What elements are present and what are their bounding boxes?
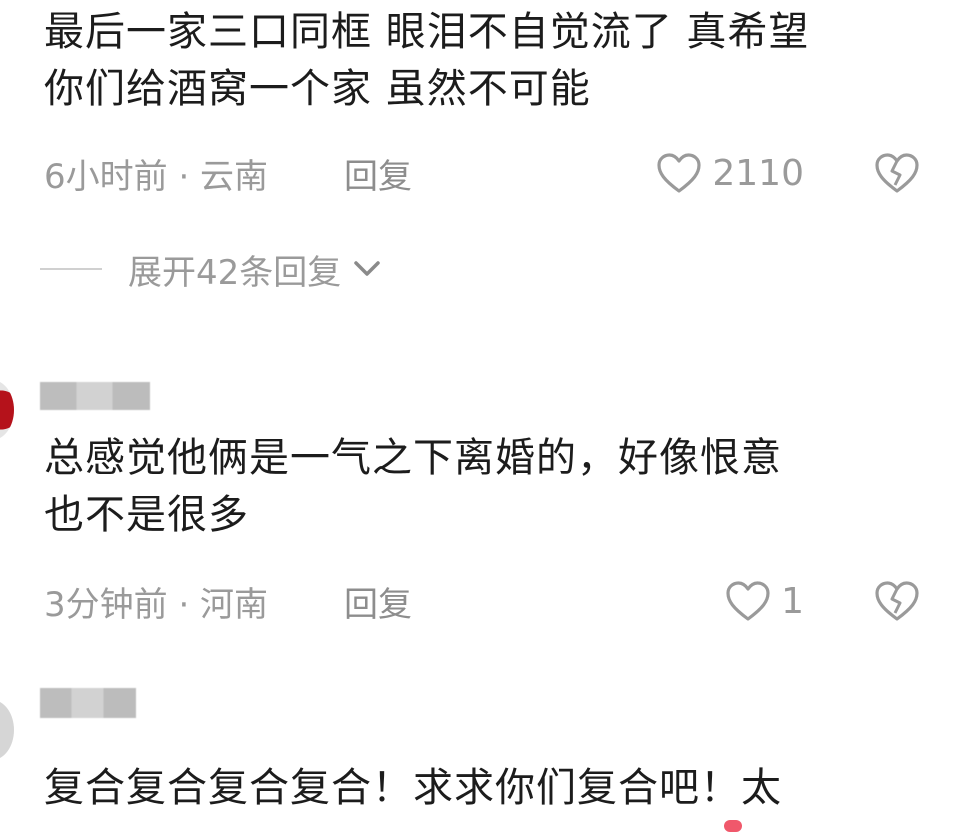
dislike-button[interactable]	[874, 580, 920, 622]
username-redacted[interactable]	[40, 688, 136, 718]
reply-button[interactable]: 回复	[344, 149, 412, 198]
comment-text-line: 也不是很多	[44, 492, 249, 538]
like-count: 1	[781, 580, 804, 622]
dislike-button[interactable]	[874, 152, 920, 194]
avatar[interactable]	[0, 700, 14, 760]
avatar[interactable]	[0, 380, 14, 440]
comment-text-line: 最后一家三口同框 眼泪不自觉流了 真希望	[44, 9, 810, 55]
comment-meta: 3分钟前 · 河南 回复 1	[44, 576, 920, 626]
reply-button[interactable]: 回复	[344, 577, 412, 626]
like-button[interactable]: 2110	[656, 152, 804, 194]
comment-text: 最后一家三口同框 眼泪不自觉流了 真希望 你们给酒窝一个家 虽然不可能	[44, 4, 924, 118]
like-count: 2110	[712, 152, 804, 194]
comment-meta: 6小时前 · 云南 回复 2110	[44, 148, 920, 198]
comment-time-location: 3分钟前 · 河南	[44, 584, 269, 625]
comment-time-location: 6小时前 · 云南	[44, 156, 269, 197]
broken-heart-icon	[875, 153, 919, 193]
comment-text-line: 复合复合复合复合！求求你们复合吧！太	[44, 765, 782, 811]
comment-text-line: 总感觉他俩是一气之下离婚的，好像恨意	[44, 435, 782, 481]
broken-heart-icon	[875, 581, 919, 621]
expand-replies-label: 展开42条回复	[128, 252, 342, 293]
username-redacted[interactable]	[40, 382, 150, 410]
like-button[interactable]: 1	[725, 580, 804, 622]
heart-reaction-icon	[724, 820, 742, 832]
heart-outline-icon	[726, 581, 770, 621]
expand-replies-button[interactable]: 展开42条回复	[40, 244, 383, 294]
comment-text: 复合复合复合复合！求求你们复合吧！太	[44, 760, 924, 817]
comment-text-line: 你们给酒窝一个家 虽然不可能	[44, 66, 591, 112]
divider-line	[40, 268, 102, 270]
comment-text: 总感觉他俩是一气之下离婚的，好像恨意 也不是很多	[44, 430, 924, 544]
chevron-down-icon	[354, 261, 381, 276]
heart-outline-icon	[657, 153, 701, 193]
